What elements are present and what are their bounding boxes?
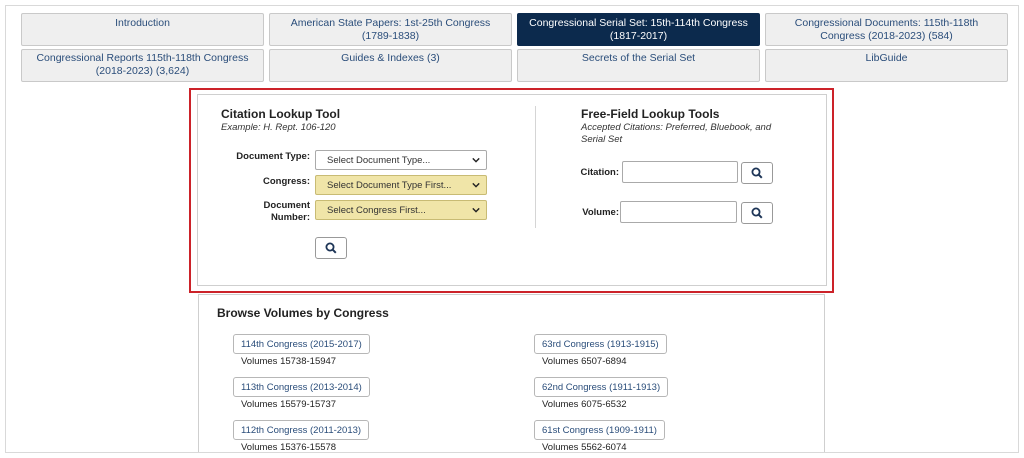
congress-select[interactable]: Select Document Type First... [315, 175, 487, 195]
tab-secrets-serial-set[interactable]: Secrets of the Serial Set [517, 49, 760, 82]
volumes-range-62: Volumes 6075-6532 [542, 399, 627, 410]
congress-button-112[interactable]: 112th Congress (2011-2013) [233, 420, 370, 440]
volume-lookup-button[interactable] [741, 202, 773, 224]
chevron-down-icon [472, 157, 480, 163]
document-type-value: Select Document Type... [327, 155, 431, 166]
volumes-range-114: Volumes 15738-15947 [241, 356, 337, 367]
congress-button-62[interactable]: 62nd Congress (1911-1913) [534, 377, 669, 397]
citation-input[interactable] [622, 161, 738, 183]
citation-lookup-button[interactable] [741, 162, 773, 184]
chevron-down-icon [472, 207, 480, 213]
congress-button-63[interactable]: 63rd Congress (1913-1915) [534, 334, 667, 354]
citation-tool-title: Citation Lookup Tool [221, 107, 341, 121]
tab-libguide[interactable]: LibGuide [765, 49, 1008, 82]
search-icon [751, 167, 763, 179]
panel-divider [535, 106, 536, 228]
search-icon [325, 242, 337, 254]
free-field-title: Free-Field Lookup Tools [581, 107, 720, 121]
document-type-select[interactable]: Select Document Type... [315, 150, 487, 170]
congress-button-114[interactable]: 114th Congress (2015-2017) [233, 334, 370, 354]
document-number-label: Document Number: [263, 200, 310, 223]
tab-congressional-documents[interactable]: Congressional Documents: 115th-118th Con… [765, 13, 1008, 46]
chevron-down-icon [472, 182, 480, 188]
document-number-value: Select Congress First... [327, 205, 426, 216]
citation-example: Example: H. Rept. 106-120 [221, 122, 336, 133]
document-number-select[interactable]: Select Congress First... [315, 200, 487, 220]
volumes-range-113: Volumes 15579-15737 [241, 399, 337, 410]
congress-button-61[interactable]: 61st Congress (1909-1911) [534, 420, 665, 440]
citation-search-button[interactable] [315, 237, 347, 259]
search-icon [751, 207, 763, 219]
citation-label: Citation: [580, 167, 619, 178]
volumes-range-112: Volumes 15376-15578 [241, 442, 337, 453]
congress-label: Congress: [263, 176, 310, 187]
volume-input[interactable] [620, 201, 737, 223]
tab-congressional-serial-set[interactable]: Congressional Serial Set: 15th-114th Con… [517, 13, 760, 46]
volumes-range-61: Volumes 5562-6074 [542, 442, 627, 453]
congress-button-113[interactable]: 113th Congress (2013-2014) [233, 377, 370, 397]
document-type-label: Document Type: [236, 151, 310, 162]
collection-tabs: Introduction American State Papers: 1st-… [21, 13, 1008, 82]
tab-american-state-papers[interactable]: American State Papers: 1st-25th Congress… [269, 13, 512, 46]
page-frame: Introduction American State Papers: 1st-… [5, 5, 1019, 453]
volume-label: Volume: [582, 207, 619, 218]
tab-guides-indexes[interactable]: Guides & Indexes (3) [269, 49, 512, 82]
tab-introduction[interactable]: Introduction [21, 13, 264, 46]
congress-value: Select Document Type First... [327, 180, 452, 191]
accepted-citations-note: Accepted Citations: Preferred, Bluebook,… [581, 122, 772, 145]
volumes-range-63: Volumes 6507-6894 [542, 356, 627, 367]
tab-congressional-reports[interactable]: Congressional Reports 115th-118th Congre… [21, 49, 264, 82]
browse-title: Browse Volumes by Congress [217, 306, 389, 320]
